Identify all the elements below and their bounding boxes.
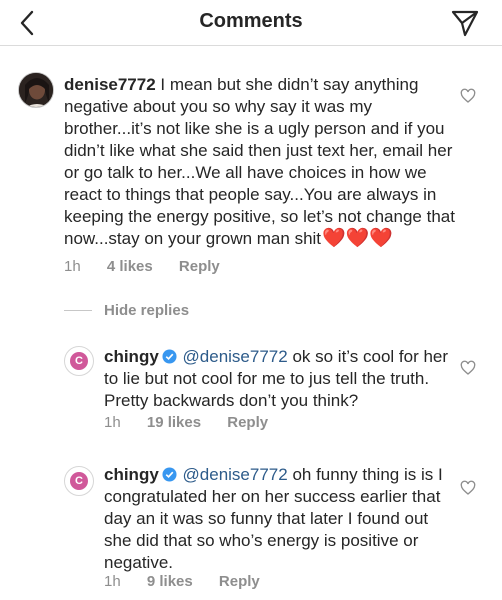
reply-meta: 1h 19 likes Reply [104, 414, 290, 431]
avatar[interactable]: C [64, 346, 94, 376]
comment-meta: 1h 4 likes Reply [64, 258, 242, 275]
chingy-logo-icon: C [70, 472, 88, 490]
verified-badge-icon [162, 349, 177, 364]
reply-text: chingy @denise7772 ok so it’s cool for h… [104, 346, 449, 412]
reply-likes[interactable]: 19 likes [147, 414, 201, 431]
comment-likes[interactable]: 4 likes [107, 258, 153, 275]
mention-link[interactable]: @denise7772 [183, 347, 288, 366]
heart-outline-icon [460, 88, 476, 103]
heart-emoji: ❤️❤️❤️ [322, 228, 394, 249]
mention-link[interactable]: @denise7772 [183, 465, 288, 484]
heart-outline-icon [460, 360, 476, 375]
heart-outline-icon [460, 480, 476, 495]
reply-username[interactable]: chingy [104, 347, 159, 366]
like-button[interactable] [460, 360, 476, 376]
reply-time: 1h [104, 573, 121, 590]
back-button[interactable] [14, 9, 42, 37]
reply-username[interactable]: chingy [104, 465, 159, 484]
comment-text: denise7772 I mean but she didn’t say any… [64, 74, 464, 250]
chevron-left-icon [20, 10, 34, 36]
reply-time: 1h [104, 414, 121, 431]
verified-badge-icon [162, 467, 177, 482]
comment-body: I mean but she didn’t say anything negat… [64, 75, 455, 248]
comment-time: 1h [64, 258, 81, 275]
comment-username[interactable]: denise7772 [64, 75, 156, 94]
avatar[interactable]: C [64, 466, 94, 496]
reply-text: chingy @denise7772 oh funny thing is is … [104, 464, 449, 574]
hide-replies-label: Hide replies [104, 301, 190, 319]
avatar[interactable] [18, 72, 54, 108]
like-button[interactable] [460, 480, 476, 496]
like-button[interactable] [460, 88, 476, 104]
comments-header: Comments [0, 0, 502, 46]
reply-button[interactable]: Reply [179, 258, 220, 275]
divider-line [64, 309, 92, 311]
reply-button[interactable]: Reply [227, 414, 268, 431]
share-button[interactable] [450, 8, 480, 38]
page-title: Comments [199, 10, 303, 32]
reply-button[interactable]: Reply [219, 573, 260, 590]
hide-replies-button[interactable]: Hide replies [64, 300, 189, 320]
reply-likes[interactable]: 9 likes [147, 573, 193, 590]
profile-photo-icon [19, 73, 53, 107]
paper-plane-icon [451, 10, 479, 37]
reply-meta: 1h 9 likes Reply [104, 573, 282, 590]
chingy-logo-icon: C [70, 352, 88, 370]
